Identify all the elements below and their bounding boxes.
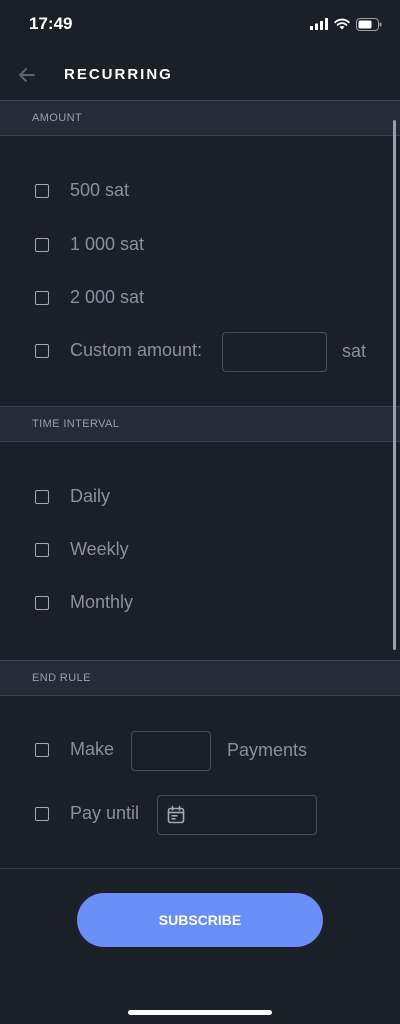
status-icons (310, 16, 382, 32)
custom-amount-suffix: sat (342, 341, 367, 361)
scrollbar[interactable] (393, 120, 396, 650)
back-arrow-icon (19, 68, 35, 82)
amount-option-500[interactable]: 500 sat (0, 177, 380, 207)
battery-icon (356, 17, 382, 31)
option-label: Weekly (70, 539, 129, 559)
option-label: Monthly (70, 592, 134, 612)
pay-until-date-input[interactable] (157, 795, 317, 835)
checkbox[interactable] (35, 596, 49, 610)
option-label: Daily (70, 486, 111, 506)
interval-section-title: TIME INTERVAL (32, 418, 120, 430)
payments-suffix: Payments (227, 740, 308, 760)
calendar-icon[interactable] (166, 805, 186, 825)
checkbox[interactable] (35, 743, 49, 757)
checkbox[interactable] (35, 490, 49, 504)
footer-divider (0, 868, 400, 869)
amount-option-1000[interactable]: 1 000 sat (0, 231, 380, 261)
custom-amount-input[interactable] (222, 332, 327, 372)
signal-icon (310, 18, 328, 30)
amount-option-2000[interactable]: 2 000 sat (0, 284, 380, 314)
interval-option-monthly[interactable]: Monthly (0, 589, 380, 619)
subscribe-button[interactable]: SUBSCRIBE (77, 893, 323, 947)
interval-section-header: TIME INTERVAL (0, 406, 400, 442)
checkbox[interactable] (35, 807, 49, 821)
end-rule-section-header: END RULE (0, 660, 400, 696)
page-title: RECURRING (64, 66, 173, 83)
payments-count-input[interactable] (131, 731, 211, 771)
amount-section-title: AMOUNT (32, 112, 83, 124)
app-header: RECURRING (0, 52, 400, 98)
checkbox[interactable] (35, 184, 49, 198)
status-time: 17:49 (29, 14, 73, 33)
end-rule-section-title: END RULE (32, 672, 91, 684)
interval-option-daily[interactable]: Daily (0, 483, 380, 513)
option-label: 500 sat (70, 180, 130, 200)
pay-until-label: Pay until (70, 803, 140, 823)
checkbox[interactable] (35, 344, 49, 358)
interval-option-weekly[interactable]: Weekly (0, 536, 380, 566)
amount-section-header: AMOUNT (0, 100, 400, 136)
checkbox[interactable] (35, 543, 49, 557)
status-bar: 17:49 (0, 0, 400, 50)
checkbox[interactable] (35, 291, 49, 305)
wifi-icon (334, 18, 350, 30)
option-label: 2 000 sat (70, 287, 145, 307)
option-label: 1 000 sat (70, 234, 145, 254)
custom-amount-label: Custom amount: (70, 340, 203, 360)
back-button[interactable] (14, 62, 40, 88)
home-indicator (128, 1010, 272, 1015)
checkbox[interactable] (35, 238, 49, 252)
make-label: Make (70, 739, 115, 759)
